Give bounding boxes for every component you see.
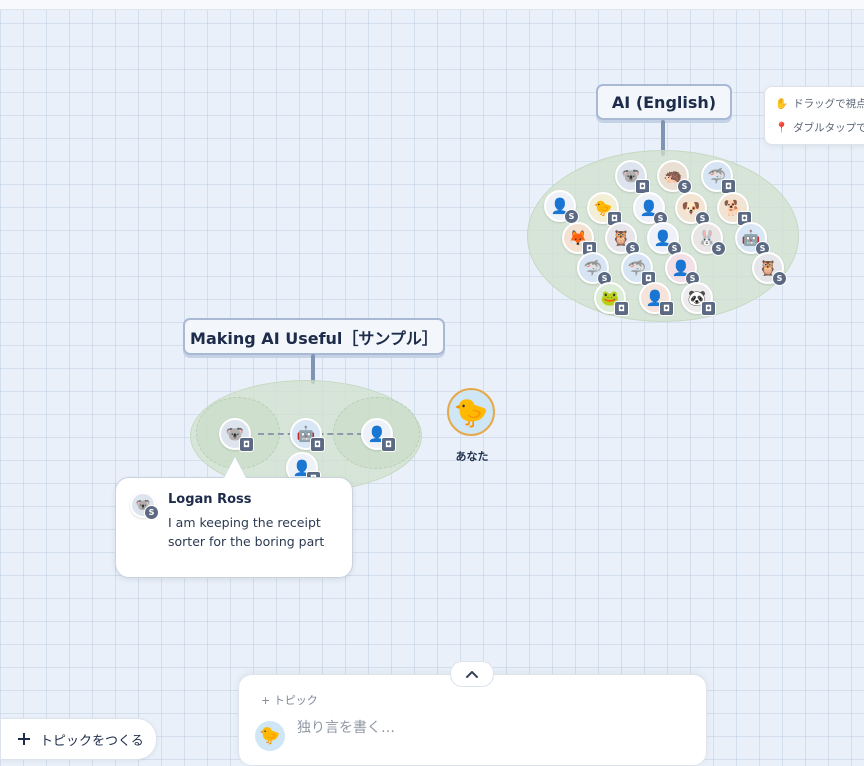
expand-composer-button[interactable] <box>450 661 494 687</box>
participant-avatar-user[interactable]: 👤◘ <box>361 418 396 452</box>
add-topic-tag[interactable]: + トピック <box>261 692 318 708</box>
hand-icon: ✋ <box>775 98 789 110</box>
plus-icon <box>18 733 30 745</box>
hint-double-tap-text: ダブルタップで <box>793 122 864 134</box>
participant-avatar-panda[interactable]: 🐼 ◘ <box>681 282 716 316</box>
chat-badge-icon: ◘ <box>614 301 629 316</box>
topic-title-ai-english[interactable]: AI (English) <box>596 84 732 120</box>
navigation-hint-panel: ✋ ドラッグで視点 📍 ダブルタップで <box>764 86 864 145</box>
participant-avatar-owl[interactable]: 🦉 S <box>752 252 787 286</box>
participant-avatar-dog[interactable]: 🐕 ◘ <box>717 192 752 226</box>
hint-drag-text: ドラッグで視点 <box>793 98 864 110</box>
top-bar <box>0 0 864 10</box>
participant-avatar-dog[interactable]: 🐶 S <box>675 192 710 226</box>
speech-text: I am keeping the receipt sorter for the … <box>168 515 325 549</box>
participant-avatar-owl[interactable]: 🦉 S <box>605 222 640 256</box>
speech-bubble[interactable]: 🐨 S Logan Ross I am keeping the receipt … <box>115 477 353 578</box>
s-badge-icon: S <box>772 271 787 286</box>
participant-avatar-user[interactable]: 👤 S <box>633 192 668 226</box>
participant-avatar-chick[interactable]: 🐤 ◘ <box>587 192 622 226</box>
participant-avatar-shark[interactable]: 🦈 ◘ <box>701 160 736 194</box>
participant-avatar-user[interactable]: 👤 S <box>544 190 579 224</box>
create-topic-label: トピックをつくる <box>40 733 144 749</box>
participant-avatar-robot[interactable]: 🤖 ◘ <box>290 418 325 452</box>
participant-avatar-koala[interactable]: 🐨 ◘ <box>219 418 254 452</box>
chevron-up-icon <box>466 670 478 678</box>
chat-badge-icon: ◘ <box>310 437 325 452</box>
location-pin-icon: 📍 <box>775 122 789 134</box>
participant-avatar-fox[interactable]: 🦊 ◘ <box>562 222 597 256</box>
s-badge-icon: S <box>711 241 726 256</box>
participant-avatar-hedgehog[interactable]: 🦔 S <box>657 160 692 194</box>
participant-avatar-shark[interactable]: 🦈 S <box>577 252 612 286</box>
monologue-input[interactable] <box>295 719 599 737</box>
chat-badge-icon: ◘ <box>701 301 716 316</box>
my-avatar[interactable]: 🐤 <box>447 388 495 436</box>
participant-avatar-robot[interactable]: 🤖 S <box>735 222 770 256</box>
participant-avatar-user[interactable]: 👤 S <box>647 222 682 256</box>
participant-avatar-user[interactable]: 👤◘ <box>639 282 674 316</box>
speech-bubble-tail <box>224 457 246 478</box>
participant-avatar-koala[interactable]: 🐨 ◘ <box>615 160 650 194</box>
speaker-avatar: 🐨 S <box>130 492 159 520</box>
participant-avatar-frog[interactable]: 🐸 ◘ <box>594 282 629 316</box>
chick-icon: 🐤 <box>259 726 281 746</box>
topic-title-making-ai-useful[interactable]: Making AI Useful［サンプル］ <box>183 318 445 355</box>
participant-avatar-user[interactable]: 👤 S <box>665 252 700 286</box>
chat-badge-icon: ◘ <box>659 301 674 316</box>
participant-avatar-rabbit[interactable]: 🐰 S <box>691 222 726 256</box>
chick-icon: 🐤 <box>453 395 489 429</box>
topic-title-text: Making AI Useful［サンプル］ <box>190 328 438 348</box>
composer-panel: + トピック 🐤 <box>238 674 707 766</box>
chat-badge-icon: ◘ <box>381 437 396 452</box>
topic-title-text: AI (English) <box>611 92 717 112</box>
chat-badge-icon: ◘ <box>239 437 254 452</box>
my-avatar-label: あなた <box>455 450 489 463</box>
speaker-name: Logan Ross <box>168 492 252 507</box>
participant-avatar-shark[interactable]: 🦈 ◘ <box>621 252 656 286</box>
composer-avatar: 🐤 <box>255 721 285 751</box>
s-badge-icon: S <box>144 505 159 520</box>
create-topic-button[interactable]: トピックをつくる <box>0 718 157 760</box>
